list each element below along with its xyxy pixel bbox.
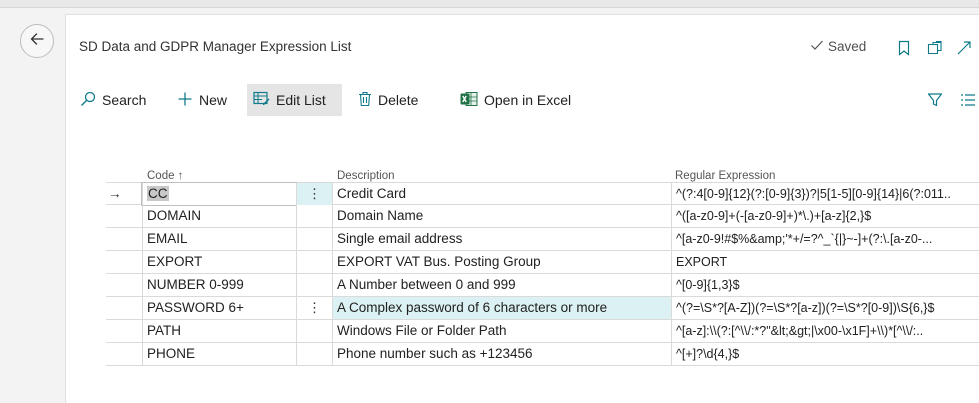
expand-icon[interactable] xyxy=(955,39,973,57)
description-cell[interactable]: Windows File or Folder Path xyxy=(332,320,671,342)
table-row[interactable]: EMAIL Single email address ^[a-z0-9!#$%&… xyxy=(106,228,979,251)
column-header-regex[interactable]: Regular Expression xyxy=(675,170,775,182)
search-icon xyxy=(80,91,96,110)
table-row[interactable]: PATH Windows File or Folder Path ^[a-z]:… xyxy=(106,320,979,343)
code-cell[interactable]: NUMBER 0-999 xyxy=(142,274,296,296)
description-cell[interactable]: Phone number such as +123456 xyxy=(332,343,671,365)
table-row[interactable]: NUMBER 0-999 A Number between 0 and 999 … xyxy=(106,274,979,297)
column-header-code[interactable]: Code ↑ xyxy=(147,170,183,182)
table-row[interactable]: DOMAIN Domain Name ^([a-z0-9]+(-[a-z0-9]… xyxy=(106,205,979,228)
new-label: New xyxy=(199,92,228,108)
code-cell[interactable]: PHONE xyxy=(142,343,296,365)
page-card: SD Data and GDPR Manager Expression List… xyxy=(65,14,979,403)
open-in-excel-label: Open in Excel xyxy=(484,92,572,108)
new-button[interactable]: New xyxy=(171,84,233,116)
description-cell[interactable]: EXPORT VAT Bus. Posting Group xyxy=(332,251,671,273)
regex-cell[interactable]: ^[0-9]{1,3}$ xyxy=(671,274,979,296)
description-cell[interactable]: Credit Card xyxy=(332,183,671,205)
row-indicator xyxy=(106,228,142,250)
code-cell[interactable]: PASSWORD 6+ xyxy=(142,297,296,319)
row-actions-cell[interactable] xyxy=(296,320,332,342)
plus-icon xyxy=(177,91,193,110)
code-cell-text: CC xyxy=(147,186,169,201)
code-cell[interactable]: PATH xyxy=(142,320,296,342)
row-indicator xyxy=(106,205,142,227)
filter-icon[interactable] xyxy=(926,91,944,109)
table-row[interactable]: PASSWORD 6+ ⋮ A Complex password of 6 ch… xyxy=(106,297,979,320)
row-actions-cell[interactable] xyxy=(296,228,332,250)
back-arrow-icon xyxy=(29,31,45,52)
table-row[interactable]: EXPORT EXPORT VAT Bus. Posting Group EXP… xyxy=(106,251,979,274)
search-button[interactable]: Search xyxy=(74,84,152,116)
regex-cell[interactable]: ^[+]?\d{4,}$ xyxy=(671,343,979,365)
trash-icon xyxy=(358,91,372,110)
open-in-excel-button[interactable]: Open in Excel xyxy=(454,84,577,116)
row-actions-cell[interactable] xyxy=(296,274,332,296)
row-indicator-arrow: → xyxy=(108,186,122,201)
saved-label: Saved xyxy=(828,39,867,54)
row-indicator xyxy=(106,320,142,342)
description-cell[interactable]: Domain Name xyxy=(332,205,671,227)
regex-cell[interactable]: ^(?:4[0-9]{12}(?:[0-9]{3})?|5[1-5][0-9]{… xyxy=(671,183,979,205)
delete-label: Delete xyxy=(378,92,419,108)
regex-cell[interactable]: ^[a-z]:\\(?:[^\\/:*?"&lt;&gt;|\x00-\x1F]… xyxy=(671,320,979,342)
code-cell[interactable]: CC xyxy=(141,182,297,206)
regex-cell[interactable]: EXPORT xyxy=(671,251,979,273)
regex-cell[interactable]: ^(?=\S*?[A-Z])(?=\S*?[a-z])(?=\S*?[0-9])… xyxy=(671,297,979,319)
row-actions-cell[interactable] xyxy=(296,205,332,227)
regex-cell[interactable]: ^([a-z0-9]+(-[a-z0-9]+)*\.)+[a-z]{2,}$ xyxy=(671,205,979,227)
code-cell[interactable]: DOMAIN xyxy=(142,205,296,227)
code-cell[interactable]: EXPORT xyxy=(142,251,296,273)
regex-cell[interactable]: ^[a-z0-9!#$%&amp;'*+/=?^_`{|}~-]+(?:\.[a… xyxy=(671,228,979,250)
row-actions-icon[interactable]: ⋮ xyxy=(296,297,332,319)
action-bar: Search New Edit List Delete Open in Exce… xyxy=(66,84,979,116)
back-button[interactable] xyxy=(20,24,54,58)
top-strip xyxy=(0,0,979,8)
edit-list-button[interactable]: Edit List xyxy=(247,84,342,116)
row-indicator xyxy=(106,274,142,296)
title-row: SD Data and GDPR Manager Expression List… xyxy=(79,39,979,59)
delete-button[interactable]: Delete xyxy=(352,84,424,116)
description-cell[interactable]: A Complex password of 6 characters or mo… xyxy=(332,297,671,319)
search-label: Search xyxy=(102,92,147,108)
description-cell[interactable]: A Number between 0 and 999 xyxy=(332,274,671,296)
list-view-icon[interactable] xyxy=(959,91,977,109)
column-header-description[interactable]: Description xyxy=(337,170,395,182)
saved-status: Saved xyxy=(810,39,866,54)
table-row[interactable]: → CC ⋮ Credit Card ^(?:4[0-9]{12}(?:[0-9… xyxy=(106,182,979,206)
page-title: SD Data and GDPR Manager Expression List xyxy=(79,39,352,54)
row-actions-cell[interactable] xyxy=(296,251,332,273)
table-row[interactable]: PHONE Phone number such as +123456 ^[+]?… xyxy=(106,343,979,366)
open-new-window-icon[interactable] xyxy=(926,39,944,57)
row-actions-icon[interactable]: ⋮ xyxy=(296,183,332,205)
code-cell[interactable]: EMAIL xyxy=(142,228,296,250)
bookmark-icon[interactable] xyxy=(895,39,913,57)
row-actions-cell[interactable] xyxy=(296,343,332,365)
table-body: → CC ⋮ Credit Card ^(?:4[0-9]{12}(?:[0-9… xyxy=(106,182,979,366)
edit-list-icon xyxy=(253,91,270,109)
excel-icon xyxy=(460,91,478,110)
checkmark-icon xyxy=(810,39,824,54)
row-indicator xyxy=(106,251,142,273)
edit-list-label: Edit List xyxy=(276,92,326,108)
row-indicator xyxy=(106,297,142,319)
row-indicator xyxy=(106,343,142,365)
description-cell[interactable]: Single email address xyxy=(332,228,671,250)
